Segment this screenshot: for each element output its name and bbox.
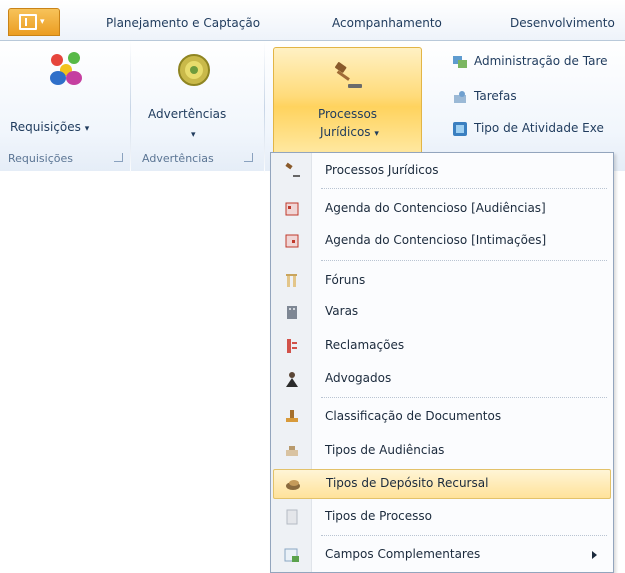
ribbon-tab-bar: ▾ Planejamento e Captação Acompanhamento… bbox=[0, 0, 625, 41]
menu-item-foruns[interactable]: Fóruns bbox=[273, 267, 609, 295]
tarefas-item[interactable]: Tarefas bbox=[452, 86, 517, 106]
deposit-icon bbox=[286, 480, 300, 490]
menu-item-label: Campos Complementares bbox=[325, 547, 481, 561]
building-icon bbox=[287, 306, 297, 319]
chevron-down-icon: ▾ bbox=[191, 130, 196, 140]
menu-item-advogados[interactable]: Advogados bbox=[273, 365, 609, 393]
menu-item-campos-complementares[interactable]: Campos Complementares bbox=[273, 541, 609, 569]
dialog-launcher-icon[interactable] bbox=[244, 153, 253, 162]
processos-juridicos-button[interactable]: Processos Jurídicos ▾ bbox=[273, 47, 422, 156]
menu-item-classificacao-documentos[interactable]: Classificação de Documentos bbox=[273, 403, 609, 431]
tab-acompanhamento[interactable]: Acompanhamento bbox=[332, 16, 442, 30]
menu-item-label: Classificação de Documentos bbox=[325, 409, 502, 423]
chevron-down-icon: ▾ bbox=[374, 129, 379, 139]
gavel-icon bbox=[335, 62, 362, 88]
tab-planejamento[interactable]: Planejamento e Captação bbox=[106, 16, 260, 30]
small-item-label: Tarefas bbox=[474, 89, 517, 103]
menu-item-label: Tipos de Audiências bbox=[325, 443, 445, 457]
dialog-launcher-icon[interactable] bbox=[114, 153, 123, 162]
group-label-requisicoes: Requisições bbox=[8, 152, 73, 165]
menu-separator bbox=[321, 188, 607, 189]
menu-item-label: Advogados bbox=[325, 371, 392, 385]
menu-item-label: Tipos de Depósito Recursal bbox=[326, 476, 489, 490]
tasks-icon bbox=[454, 90, 466, 103]
menu-item-label: Tipos de Processo bbox=[325, 509, 432, 523]
people-icon bbox=[50, 52, 82, 85]
stamp-icon bbox=[286, 410, 298, 422]
processos-juridicos-menu: Processos Jurídicos Agenda do Contencios… bbox=[270, 152, 614, 573]
menu-separator bbox=[321, 535, 607, 536]
processos-label-line2: Jurídicos bbox=[320, 125, 371, 139]
menu-item-varas[interactable]: Varas bbox=[273, 298, 609, 326]
menu-item-reclamacoes[interactable]: Reclamações bbox=[273, 332, 609, 360]
menu-item-agenda-intimacoes[interactable]: Agenda do Contencioso [Intimações] bbox=[273, 227, 609, 255]
chevron-down-icon: ▾ bbox=[84, 124, 90, 134]
group-label-advertencias: Advertências bbox=[142, 152, 214, 165]
menu-item-tipos-deposito-recursal[interactable]: Tipos de Depósito Recursal bbox=[273, 469, 611, 499]
chevron-down-icon: ▾ bbox=[40, 17, 45, 27]
advertencias-button[interactable]: Advertências ▾ bbox=[138, 46, 250, 152]
lawyer-icon bbox=[286, 372, 298, 387]
administracao-tarefas-item[interactable]: Administração de Tare bbox=[452, 51, 608, 71]
application-menu-button[interactable]: ▾ bbox=[8, 8, 60, 36]
activity-type-icon bbox=[453, 121, 467, 136]
menu-separator bbox=[321, 260, 607, 261]
warning-badge-icon bbox=[178, 54, 210, 86]
submenu-arrow-icon bbox=[592, 551, 597, 559]
small-item-label: Administração de Tare bbox=[474, 54, 608, 68]
menu-item-tipos-processo[interactable]: Tipos de Processo bbox=[273, 503, 609, 531]
admin-icon bbox=[453, 55, 467, 68]
menu-item-label: Agenda do Contencioso [Intimações] bbox=[325, 233, 547, 247]
requisicoes-label: Requisições bbox=[10, 120, 81, 134]
hearing-icon bbox=[286, 446, 298, 456]
menu-item-tipos-audiencias[interactable]: Tipos de Audiências bbox=[273, 437, 609, 465]
menu-item-processos-juridicos[interactable]: Processos Jurídicos bbox=[273, 157, 609, 185]
gavel-icon bbox=[285, 162, 300, 177]
requisicoes-button[interactable]: Requisições ▾ bbox=[6, 46, 122, 152]
fields-icon bbox=[284, 548, 299, 562]
processos-label-line1: Processos bbox=[317, 107, 378, 121]
menu-item-label: Fóruns bbox=[325, 273, 366, 287]
small-item-label: Tipo de Atividade Exe bbox=[474, 121, 604, 135]
menu-item-label: Reclamações bbox=[325, 338, 405, 352]
columns-icon bbox=[286, 274, 297, 287]
menu-item-label: Varas bbox=[325, 304, 359, 318]
menu-item-label: Agenda do Contencioso [Audiências] bbox=[325, 201, 546, 215]
group-divider bbox=[130, 41, 131, 175]
tipo-atividade-item[interactable]: Tipo de Atividade Exe bbox=[452, 118, 604, 138]
menu-item-agenda-audiencias[interactable]: Agenda do Contencioso [Audiências] bbox=[273, 195, 609, 223]
office-menu-icon bbox=[19, 14, 37, 30]
menu-item-label: Processos Jurídicos bbox=[325, 163, 439, 177]
complaint-icon bbox=[287, 339, 297, 353]
tab-desenvolvimento[interactable]: Desenvolvimento bbox=[510, 16, 615, 30]
advertencias-label: Advertências bbox=[148, 107, 227, 121]
calendar-icon bbox=[285, 234, 299, 248]
group-divider bbox=[264, 41, 265, 175]
calendar-icon bbox=[285, 202, 299, 216]
menu-separator bbox=[321, 397, 607, 398]
document-icon bbox=[286, 509, 298, 525]
